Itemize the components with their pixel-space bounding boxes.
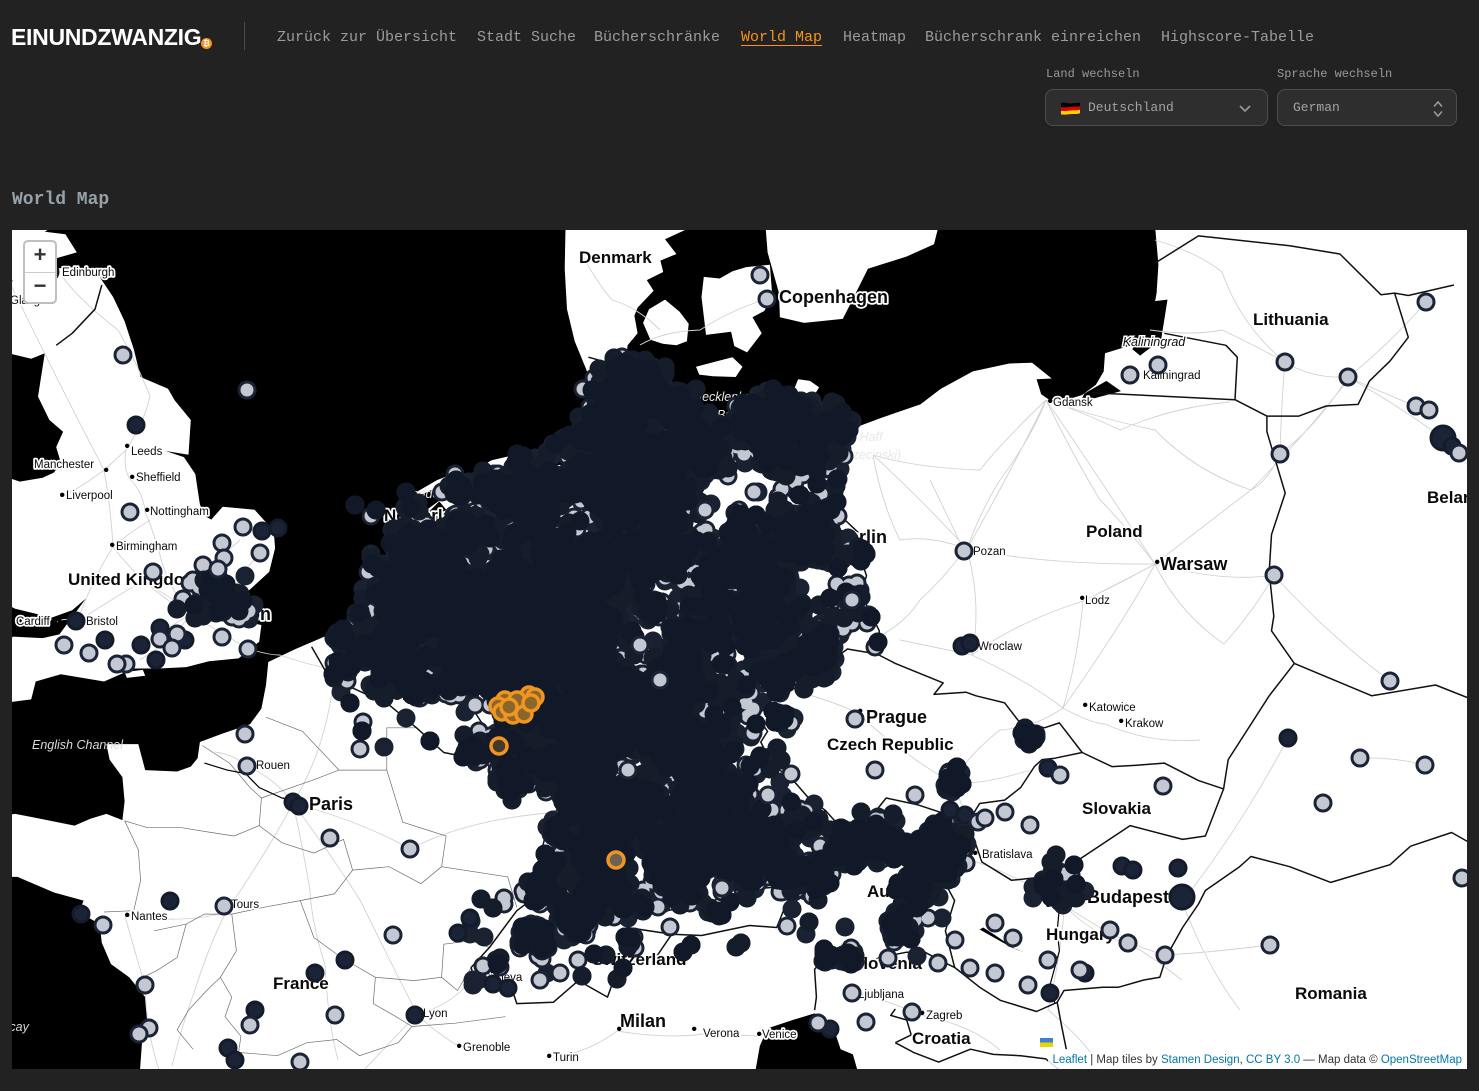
svg-text:Lyon: Lyon <box>423 1008 448 1020</box>
svg-text:Zagreb: Zagreb <box>926 1010 962 1022</box>
svg-text:Grenoble: Grenoble <box>463 1042 510 1054</box>
svg-text:Bratislava: Bratislava <box>982 849 1033 861</box>
svg-text:Lithuania: Lithuania <box>1253 310 1329 329</box>
svg-text:Nantes: Nantes <box>131 911 168 923</box>
svg-text:Tours: Tours <box>231 899 259 911</box>
svg-text:Manchester: Manchester <box>34 459 94 471</box>
svg-text:Slovakia: Slovakia <box>1082 799 1152 818</box>
svg-text:Turin: Turin <box>553 1052 579 1064</box>
svg-text:Copenhagen: Copenhagen <box>779 287 888 307</box>
svg-text:Birmingham: Birmingham <box>116 541 177 553</box>
svg-text:Biscay: Biscay <box>12 1020 30 1034</box>
svg-text:Poland: Poland <box>1086 522 1143 541</box>
svg-text:Czech Republic: Czech Republic <box>827 735 954 754</box>
svg-text:Nottingham: Nottingham <box>150 506 209 518</box>
svg-text:Lodz: Lodz <box>1085 595 1110 607</box>
svg-text:Wroclaw: Wroclaw <box>978 641 1023 653</box>
svg-text:Leeds: Leeds <box>131 446 163 458</box>
svg-text:Paris: Paris <box>309 794 353 814</box>
svg-text:Venice: Venice <box>762 1029 797 1041</box>
svg-text:Budapest: Budapest <box>1087 887 1169 907</box>
svg-text:Liverpool: Liverpool <box>66 490 113 502</box>
svg-text:Edinburgh: Edinburgh <box>62 267 114 279</box>
svg-text:Romania: Romania <box>1295 984 1367 1003</box>
svg-text:United Kingdom: United Kingdom <box>68 570 199 589</box>
svg-text:Ljubljana: Ljubljana <box>858 989 905 1001</box>
svg-text:Pozan: Pozan <box>973 546 1006 558</box>
svg-text:Katowice: Katowice <box>1089 702 1136 714</box>
svg-text:Gdansk: Gdansk <box>1053 397 1093 409</box>
svg-text:Rouen: Rouen <box>256 760 290 772</box>
svg-text:Bristol: Bristol <box>86 616 118 628</box>
svg-text:Belarus: Belarus <box>1427 488 1467 507</box>
svg-text:Prague: Prague <box>866 707 927 727</box>
svg-text:Croatia: Croatia <box>912 1029 971 1048</box>
svg-text:English Channel: English Channel <box>32 738 124 752</box>
svg-text:Warsaw: Warsaw <box>1160 554 1228 574</box>
svg-text:Denmark: Denmark <box>579 248 652 267</box>
svg-text:Cardiff: Cardiff <box>16 616 50 628</box>
svg-text:Milan: Milan <box>620 1011 666 1031</box>
svg-text:Sheffield: Sheffield <box>136 472 181 484</box>
svg-text:Kaliningrad: Kaliningrad <box>1123 335 1187 349</box>
svg-text:Verona: Verona <box>703 1028 740 1040</box>
svg-text:Krakow: Krakow <box>1125 718 1164 730</box>
